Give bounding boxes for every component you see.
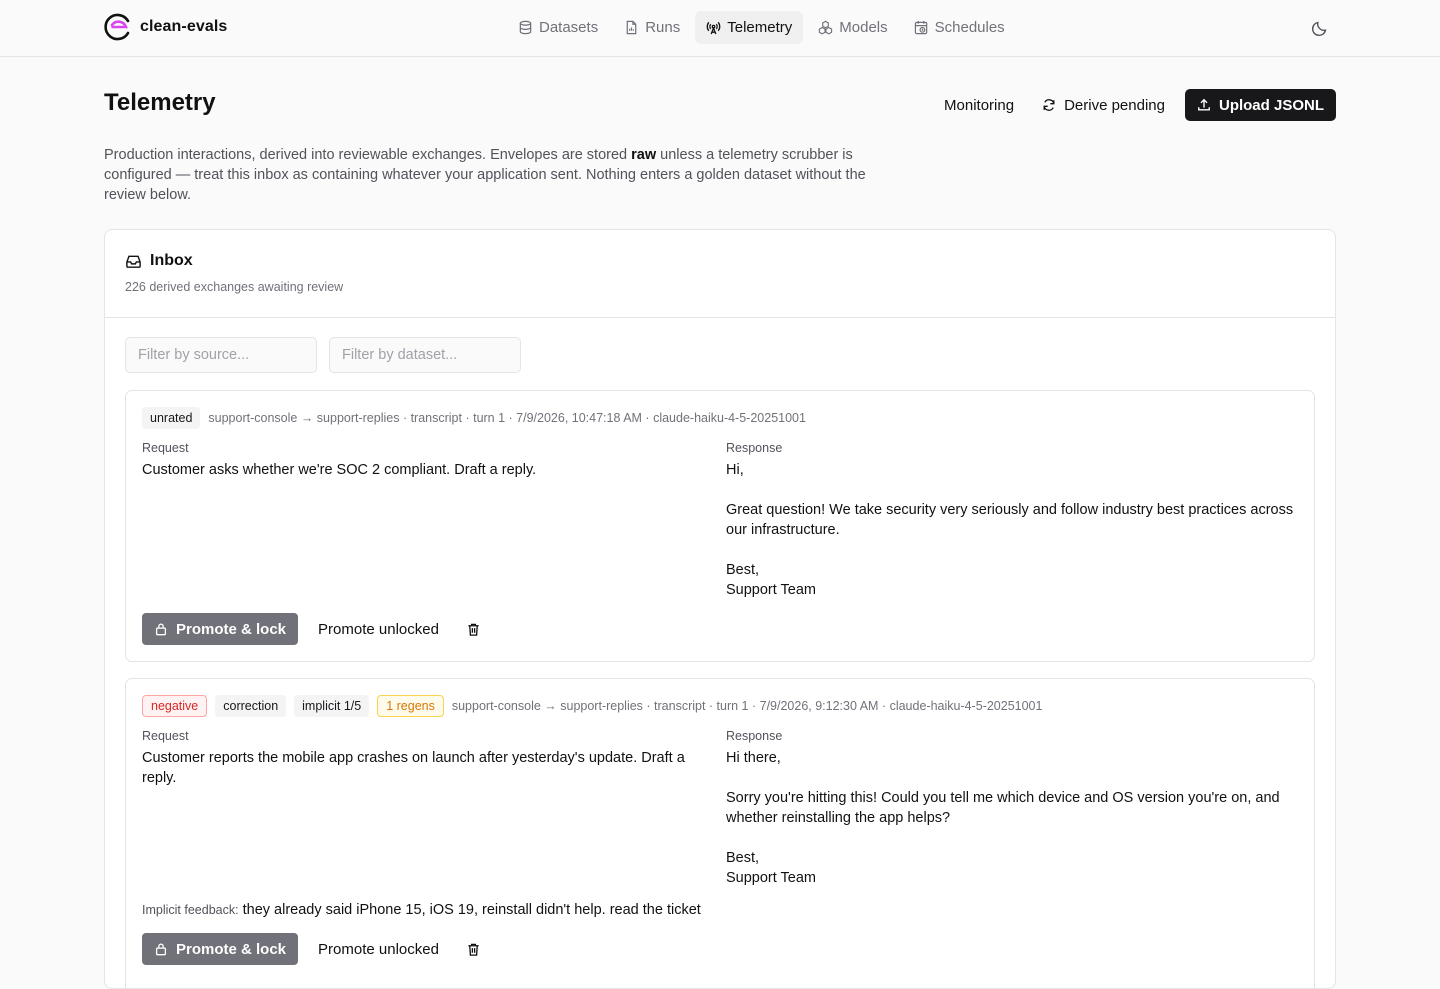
exchange-meta: unrated support-console → support-replie… [142, 407, 806, 429]
request-column: Request Customer asks whether we're SOC … [142, 441, 712, 480]
request-text: Customer reports the mobile app crashes … [142, 750, 685, 786]
response-column: Response Hi, Great question! We take sec… [726, 441, 1306, 600]
brand-name: clean-evals [140, 18, 228, 35]
response-text: Hi, Great question! We take security ver… [726, 462, 1294, 598]
nav-telemetry-label: Telemetry [727, 19, 793, 36]
brand-logo-icon [104, 13, 130, 41]
response-column: Response Hi there, Sorry you're hitting … [726, 729, 1306, 888]
nav-datasets-label: Datasets [539, 19, 599, 36]
response-text: Hi there, Sorry you're hitting this! Cou… [726, 750, 1280, 886]
exchange-meta-text: support-console → support-replies · tran… [451, 699, 1043, 713]
refresh-icon [1043, 99, 1055, 111]
request-text: Customer asks whether we're SOC 2 compli… [142, 462, 537, 478]
intro-bold: raw [631, 147, 657, 163]
promote-lock-label: Promote & lock [176, 620, 287, 638]
upload-icon [1198, 98, 1210, 111]
nav-models[interactable]: Models [807, 11, 898, 44]
inbox-title: Inbox [150, 252, 193, 269]
response-label: Response [726, 441, 783, 455]
page-title: Telemetry [104, 89, 216, 116]
exchange-actions: Promote & lock Promote unlocked [142, 613, 489, 645]
promote-unlocked-button[interactable]: Promote unlocked [310, 613, 447, 645]
inbox-subtitle: 226 derived exchanges awaiting review [125, 280, 344, 294]
negative-badge: negative [142, 695, 208, 717]
derive-pending-label: Derive pending [1064, 96, 1165, 114]
request-label: Request [142, 441, 189, 455]
moon-icon[interactable] [1310, 18, 1330, 38]
brand[interactable]: clean-evals [104, 13, 227, 41]
implicit-feedback: Implicit feedback: they already said iPh… [142, 902, 701, 918]
delete-button[interactable] [459, 933, 489, 965]
intro-text-1: Production interactions, derived into re… [104, 147, 632, 163]
nav-datasets[interactable]: Datasets [507, 11, 609, 44]
promote-unlocked-button[interactable]: Promote unlocked [310, 933, 447, 965]
nav-schedules-label: Schedules [934, 19, 1005, 36]
status-badge: unrated [142, 407, 201, 429]
calendar-clock-icon [914, 20, 927, 35]
header-actions: Monitoring Derive pending Upload JSONL [936, 89, 1336, 121]
page-header: Telemetry Monitoring Derive pending Uplo… [104, 89, 1336, 123]
regens-badge: 1 regens [377, 695, 444, 717]
upload-jsonl-button[interactable]: Upload JSONL [1184, 89, 1336, 121]
implicit-feedback-label: Implicit feedback: [142, 903, 239, 917]
monitoring-label: Monitoring [944, 96, 1015, 114]
database-icon [519, 20, 532, 35]
request-column: Request Customer reports the mobile app … [142, 729, 712, 788]
top-navbar: clean-evals Datasets Runs Telemetry Mode… [0, 0, 1440, 57]
filter-dataset-input[interactable] [329, 337, 521, 373]
inbox-header: Inbox 226 derived exchanges awaiting rev… [105, 230, 1335, 318]
correction-badge: correction [215, 695, 287, 717]
lock-icon [155, 943, 167, 956]
document-icon [626, 20, 637, 35]
delete-button[interactable] [459, 613, 489, 645]
antenna-icon [706, 21, 721, 35]
nav-schedules[interactable]: Schedules [903, 11, 1016, 44]
promote-lock-button[interactable]: Promote & lock [142, 613, 299, 645]
promote-lock-button[interactable]: Promote & lock [142, 933, 299, 965]
exchange-card: unrated support-console → support-replie… [125, 390, 1315, 662]
filters [125, 337, 521, 373]
inbox-icon [126, 255, 141, 268]
trash-icon [468, 943, 480, 956]
monitoring-button[interactable]: Monitoring [936, 89, 1022, 121]
exchange-actions: Promote & lock Promote unlocked [142, 933, 489, 965]
nav-runs[interactable]: Runs [613, 11, 691, 44]
derive-pending-button[interactable]: Derive pending [1034, 89, 1173, 121]
exchange-card: negative correction implicit 1/5 1 regen… [125, 678, 1315, 988]
promote-lock-label: Promote & lock [176, 940, 287, 958]
request-label: Request [142, 729, 189, 743]
nav-telemetry[interactable]: Telemetry [695, 11, 804, 44]
inbox-title-row: Inbox [125, 252, 1315, 270]
implicit-feedback-text: they already said iPhone 15, iOS 19, rei… [242, 902, 701, 918]
lock-icon [155, 623, 167, 636]
upload-jsonl-label: Upload JSONL [1218, 96, 1324, 114]
page-intro: Production interactions, derived into re… [104, 145, 874, 205]
response-label: Response [726, 729, 783, 743]
inbox-panel: Inbox 226 derived exchanges awaiting rev… [104, 229, 1336, 989]
exchange-meta: negative correction implicit 1/5 1 regen… [142, 695, 1042, 717]
trash-icon [468, 623, 480, 636]
cubes-icon [819, 20, 833, 35]
nav-runs-label: Runs [645, 19, 681, 36]
filter-source-input[interactable] [125, 337, 317, 373]
exchange-meta-text: support-console → support-replies · tran… [208, 411, 806, 425]
main-nav: Datasets Runs Telemetry Models Schedules [507, 11, 1016, 44]
implicit-badge: implicit 1/5 [294, 695, 370, 717]
nav-models-label: Models [839, 19, 888, 36]
